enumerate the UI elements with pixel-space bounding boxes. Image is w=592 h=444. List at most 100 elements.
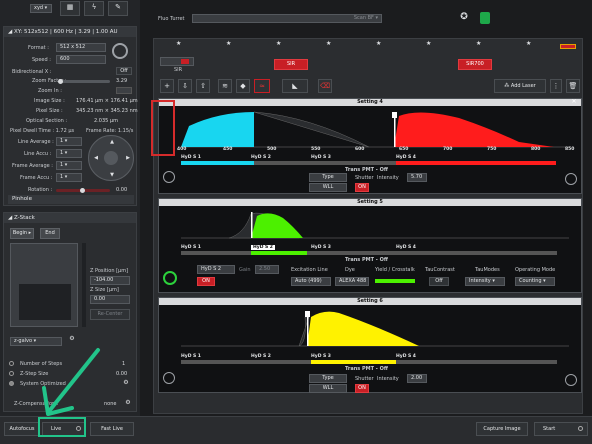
intensity-input[interactable]: 2.00 xyxy=(407,374,427,383)
fluo-turret-dropdown[interactable]: Scan BF ▾ xyxy=(192,14,382,23)
recenter-button[interactable]: Re-Center xyxy=(90,309,130,320)
detector-label-hyds4[interactable]: HyD S 4 xyxy=(396,245,416,250)
pinhole-header[interactable]: Pinhole xyxy=(8,195,134,204)
star-tab-icon-2[interactable]: ★ xyxy=(226,39,231,49)
system-optimized-icon[interactable]: ⚙ xyxy=(120,378,132,390)
opmode-dropdown[interactable]: Counting ▾ xyxy=(515,277,555,286)
laser-line-handle[interactable] xyxy=(305,311,310,317)
sequential-button[interactable]: ◆ xyxy=(236,79,250,93)
detector-active-icon[interactable] xyxy=(163,271,177,285)
setting-panel-4[interactable]: Setting 4 ✕ 400 450 500 550 600 650 700 … xyxy=(158,98,582,194)
gain-input[interactable]: 2.50 xyxy=(255,265,279,274)
laser-sir-button[interactable]: SIR xyxy=(274,59,308,70)
star-tab-icon-1[interactable]: ★ xyxy=(176,39,181,49)
taucontrast-toggle[interactable]: Off xyxy=(429,277,449,286)
excitation-dropdown[interactable]: Auto (499) xyxy=(291,277,331,286)
setting-panel-5[interactable]: Setting 5 HyD S 1 HyD S 2 HyD S 3 HyD S … xyxy=(158,198,582,293)
line-accu-dropdown[interactable]: 1 ▾ xyxy=(56,149,82,158)
tool-button[interactable]: ✎ xyxy=(108,1,128,16)
detector-label-hyds3[interactable]: HyD S 3 xyxy=(311,245,331,250)
format-dropdown[interactable]: 512 x 512 xyxy=(56,43,106,52)
end-button[interactable]: End xyxy=(40,228,60,239)
taumodes-dropdown[interactable]: Intensity ▾ xyxy=(465,277,505,286)
shutter-toggle[interactable]: ON xyxy=(355,384,369,393)
laser-line-handle[interactable] xyxy=(392,112,397,118)
bidirectional-toggle[interactable]: Off xyxy=(116,67,132,75)
star-tab-icon-4[interactable]: ★ xyxy=(326,39,331,49)
spectrum-5[interactable] xyxy=(159,206,583,242)
lock-icon[interactable] xyxy=(565,173,577,185)
type-dropdown[interactable]: WLL xyxy=(309,183,347,192)
detector-label-hyds2[interactable]: HyD S 2 xyxy=(251,155,271,160)
zoom-factor-slider[interactable] xyxy=(58,80,110,83)
compensation-settings-icon[interactable]: ⚙ xyxy=(122,398,134,410)
pan-center-button[interactable] xyxy=(104,151,118,165)
rotation-knob[interactable] xyxy=(80,188,85,193)
capture-image-button[interactable]: Capture Image xyxy=(476,422,528,436)
arrow-right-icon[interactable]: ▶ xyxy=(123,153,133,163)
line-average-dropdown[interactable]: 1 ▾ xyxy=(56,137,82,146)
flash-button[interactable]: ϟ xyxy=(84,1,104,16)
transmission-icon[interactable] xyxy=(163,171,175,183)
zoom-factor-knob[interactable] xyxy=(58,79,63,84)
zoom-in-toggle[interactable] xyxy=(116,87,132,94)
detector-label-hyds1[interactable]: HyD S 1 xyxy=(181,354,201,359)
scan-field-rotation-icon[interactable] xyxy=(112,43,128,59)
transmission-icon[interactable] xyxy=(163,372,175,384)
speed-dropdown[interactable]: 600 xyxy=(56,55,106,64)
type-dropdown[interactable]: WLL xyxy=(309,384,347,393)
detector-label-hyds3[interactable]: HyD S 3 xyxy=(311,155,331,160)
intensity-input[interactable]: 5.70 xyxy=(407,173,427,182)
wave-button[interactable]: ≈ xyxy=(254,79,270,93)
lock-icon[interactable] xyxy=(565,374,577,386)
pan-control-pad[interactable]: ▲ ▼ ◀ ▶ xyxy=(88,135,134,181)
laser-select-sir[interactable] xyxy=(160,57,194,66)
z-size-input[interactable]: 0.00 xyxy=(90,295,130,304)
hyds3-range-bar[interactable] xyxy=(311,360,396,364)
add-setting-button[interactable]: + xyxy=(160,79,174,93)
add-laser-button[interactable]: ⁂ Add Laser xyxy=(494,79,546,93)
eraser-button[interactable]: ⌫ xyxy=(318,79,332,93)
detector-label-hyds1[interactable]: HyD S 1 xyxy=(181,245,201,250)
autofocus-button[interactable]: Autofocus xyxy=(4,422,40,436)
setting-panel-6[interactable]: Setting 6 HyD S 1 HyD S 2 HyD S 3 HyD S … xyxy=(158,297,582,393)
detector-on-toggle[interactable]: ON xyxy=(197,277,215,286)
arrow-down-icon[interactable]: ▼ xyxy=(107,170,117,180)
objective-icon[interactable]: ✪ xyxy=(458,12,470,24)
frame-average-dropdown[interactable]: 1 ▾ xyxy=(56,161,82,170)
detector-label-hyds1[interactable]: HyD S 1 xyxy=(181,155,201,160)
detector-label-hyds4[interactable]: HyD S 4 xyxy=(396,354,416,359)
star-tab-icon-7[interactable]: ★ xyxy=(476,39,481,49)
xyd-dropdown[interactable]: xyd ▾ xyxy=(30,4,52,13)
detector-label-hyds2[interactable]: HyD S 2 xyxy=(251,354,271,359)
spectrum-view-button[interactable]: ◣ xyxy=(282,79,308,93)
shutter-toggle[interactable]: ON xyxy=(355,183,369,192)
star-tab-icon-3[interactable]: ★ xyxy=(276,39,281,49)
z-position-input[interactable]: -104.00 xyxy=(90,276,130,285)
dye-dropdown[interactable]: ALEXA 488 xyxy=(335,277,369,286)
laser-sir700-button[interactable]: SIR700 xyxy=(458,59,492,70)
spectrum-6[interactable] xyxy=(159,305,583,351)
arrow-up-icon[interactable]: ▲ xyxy=(107,137,117,147)
delete-button[interactable]: 🗑 xyxy=(566,79,580,93)
start-button[interactable]: Start xyxy=(534,422,588,436)
arrow-left-icon[interactable]: ◀ xyxy=(91,153,101,163)
detector-label-hyds2[interactable]: HyD S 2 xyxy=(251,245,275,250)
step-size-radio[interactable] xyxy=(9,371,14,376)
star-tab-icon-5[interactable]: ★ xyxy=(376,39,381,49)
frame-accu-dropdown[interactable]: 1 ▾ xyxy=(56,173,82,182)
hyds2-range-bar[interactable] xyxy=(251,251,307,255)
menu-button[interactable]: ⋮ xyxy=(550,79,562,93)
begin-button[interactable]: Begin ▸ xyxy=(10,228,34,239)
steps-radio[interactable] xyxy=(9,361,14,366)
detector-label-hyds3[interactable]: HyD S 3 xyxy=(311,354,331,359)
grid-button[interactable]: ▦ xyxy=(60,1,80,16)
star-tab-icon-6[interactable]: ★ xyxy=(426,39,431,49)
laser-line-marker[interactable] xyxy=(251,212,253,238)
layers-button[interactable]: ≋ xyxy=(218,79,232,93)
import-button[interactable]: ⇩ xyxy=(178,79,192,93)
system-optimized-radio[interactable] xyxy=(9,381,14,386)
hyds1-range-bar[interactable] xyxy=(181,161,254,165)
hyds4-range-bar[interactable] xyxy=(396,161,556,165)
z-slider-track[interactable] xyxy=(82,243,86,327)
